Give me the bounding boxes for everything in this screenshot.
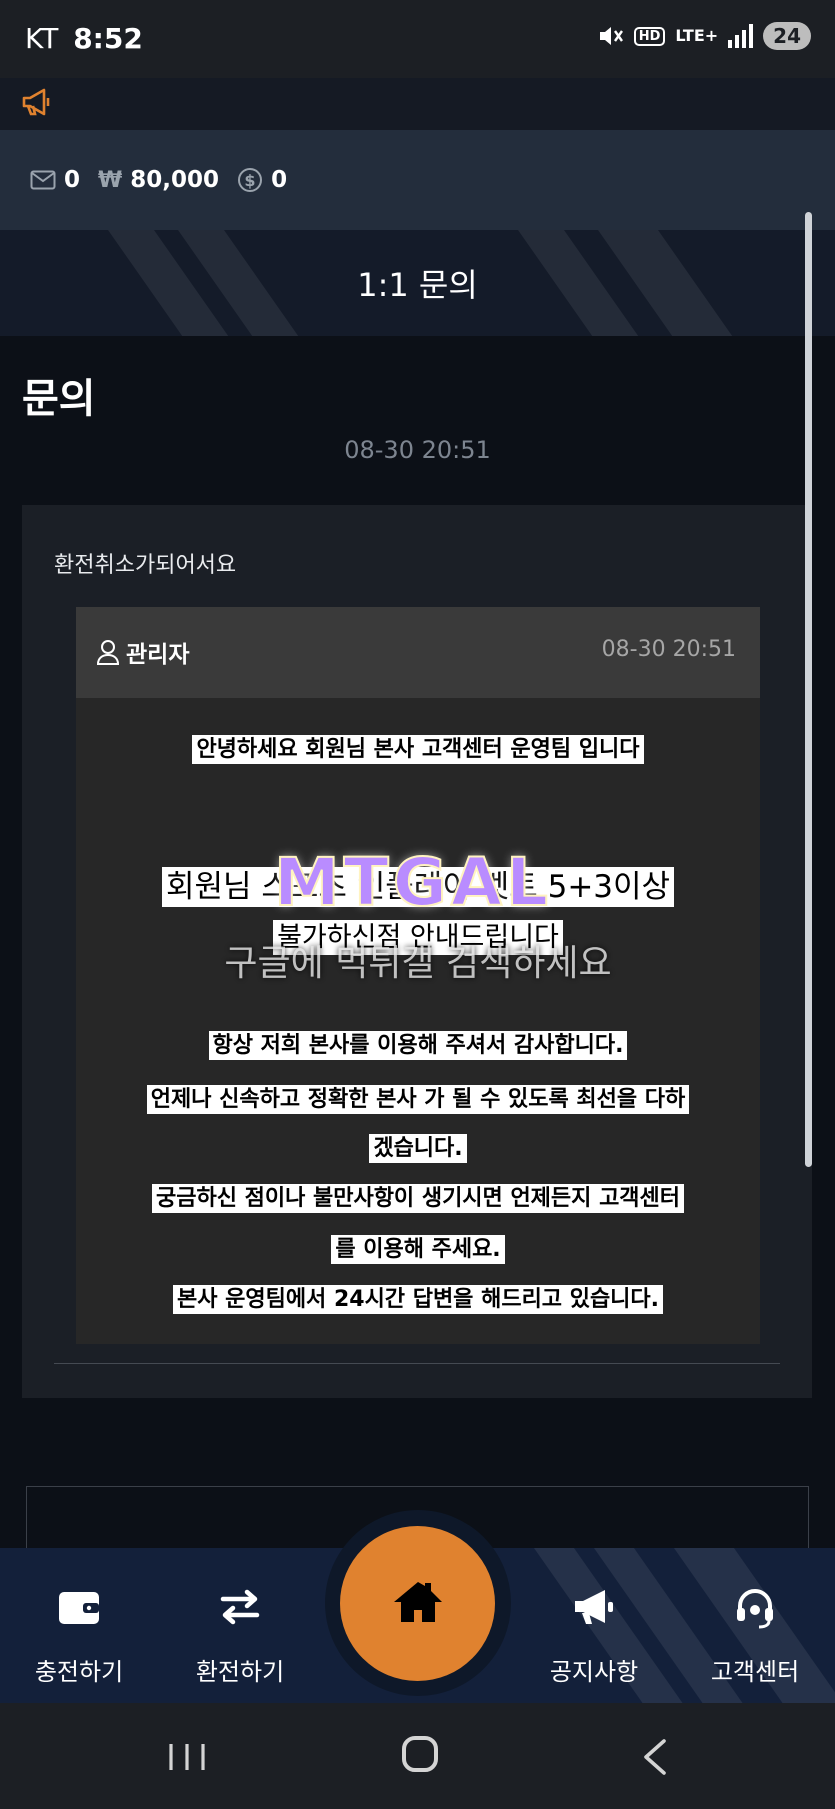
reply-line: 항상 저희 본사를 이용해 주셔서 감사합니다. (76, 1027, 760, 1060)
battery-icon: 24 (763, 22, 811, 50)
inquiry-content: 문의 08-30 20:51 환전취소가되어서요 관리자 08-30 20:51… (0, 336, 835, 1548)
headset-icon (737, 1589, 773, 1629)
svg-text:$: $ (244, 171, 255, 190)
reply-header: 관리자 08-30 20:51 (76, 607, 760, 698)
reply-date: 08-30 20:51 (601, 637, 736, 662)
admin-reply: 관리자 08-30 20:51 안녕하세요 회원님 본사 고객센터 운영팀 입니… (76, 607, 760, 1344)
reply-line: 를 이용해 주세요. (76, 1231, 760, 1264)
reply-line: 본사 운영팀에서 24시간 답변을 해드리고 있습니다. (76, 1281, 760, 1314)
signal-icon (728, 24, 754, 48)
inquiry-subject: 환전취소가되어서요 (54, 553, 237, 578)
megaphone-icon (22, 88, 50, 116)
announcement-bar[interactable] (0, 78, 835, 130)
page-banner: 1:1 문의 (0, 230, 835, 336)
nav-support[interactable]: 고객센터 (680, 1548, 830, 1703)
nav-withdraw[interactable]: 환전하기 (165, 1548, 315, 1703)
nav-deposit-label: 충전하기 (34, 1658, 124, 1686)
nav-notice-label: 공지사항 (549, 1658, 639, 1686)
mail-icon (30, 170, 56, 190)
point-balance: $ 0 (237, 167, 287, 193)
carrier-time: KT 8:52 (25, 22, 143, 55)
status-bar: KT 8:52 HD LTE+ 24 (0, 0, 835, 78)
reply-line: 안녕하세요 회원님 본사 고객센터 운영팀 입니다 (76, 731, 760, 764)
network-label: LTE+ (675, 26, 719, 45)
system-home-icon[interactable] (402, 1736, 438, 1772)
nav-support-label: 고객센터 (710, 1658, 800, 1686)
scrollbar[interactable] (805, 212, 812, 1167)
status-icons: HD LTE+ 24 (598, 22, 811, 50)
coin-icon: $ (238, 168, 263, 192)
inquiry-heading: 문의 (22, 376, 96, 422)
clock: 8:52 (73, 22, 143, 55)
carrier-label: KT (25, 22, 59, 55)
hd-icon: HD (633, 26, 666, 46)
page-title: 1:1 문의 (357, 266, 478, 304)
reply-line: 불가하신점 안내드립니다 (76, 915, 760, 955)
system-nav (0, 1703, 835, 1809)
exchange-icon (220, 1589, 260, 1625)
home-icon (394, 1582, 442, 1622)
inquiry-date: 08-30 20:51 (344, 436, 491, 464)
nav-deposit[interactable]: 충전하기 (4, 1548, 154, 1703)
reply-line: 궁금하신 점이나 불만사항이 생기시면 언제든지 고객센터 (76, 1180, 760, 1213)
card-divider (54, 1363, 780, 1364)
message-count-value: 0 (64, 167, 81, 193)
recent-apps-icon[interactable] (168, 1742, 206, 1772)
reply-author: 관리자 (96, 635, 189, 669)
nav-withdraw-label: 환전하기 (195, 1658, 285, 1686)
back-icon[interactable] (640, 1737, 670, 1777)
point-balance-value: 0 (271, 167, 288, 193)
megaphone-icon (575, 1590, 613, 1624)
won-icon: ₩ (98, 167, 123, 193)
nav-notice[interactable]: 공지사항 (519, 1548, 669, 1703)
reply-line: 언제나 신속하고 정확한 본사 가 될 수 있도록 최선을 다하 (76, 1081, 760, 1114)
money-balance: ₩ 80,000 (98, 167, 219, 193)
mute-icon (599, 27, 623, 45)
home-button[interactable] (340, 1526, 495, 1681)
balance-bar: 0 ₩ 80,000 $ 0 (0, 130, 835, 230)
money-balance-value: 80,000 (130, 167, 220, 193)
user-icon (96, 640, 120, 665)
reply-line: 회원님 스포츠 인플레이 벳트 5+3이상 (76, 861, 760, 907)
reply-line: 겠습니다. (76, 1130, 760, 1163)
wallet-icon (59, 1592, 99, 1624)
inquiry-card: 환전취소가되어서요 관리자 08-30 20:51 안녕하세요 회원님 본사 고… (22, 505, 812, 1398)
message-count[interactable]: 0 (30, 167, 80, 193)
reply-author-name: 관리자 (126, 642, 190, 668)
